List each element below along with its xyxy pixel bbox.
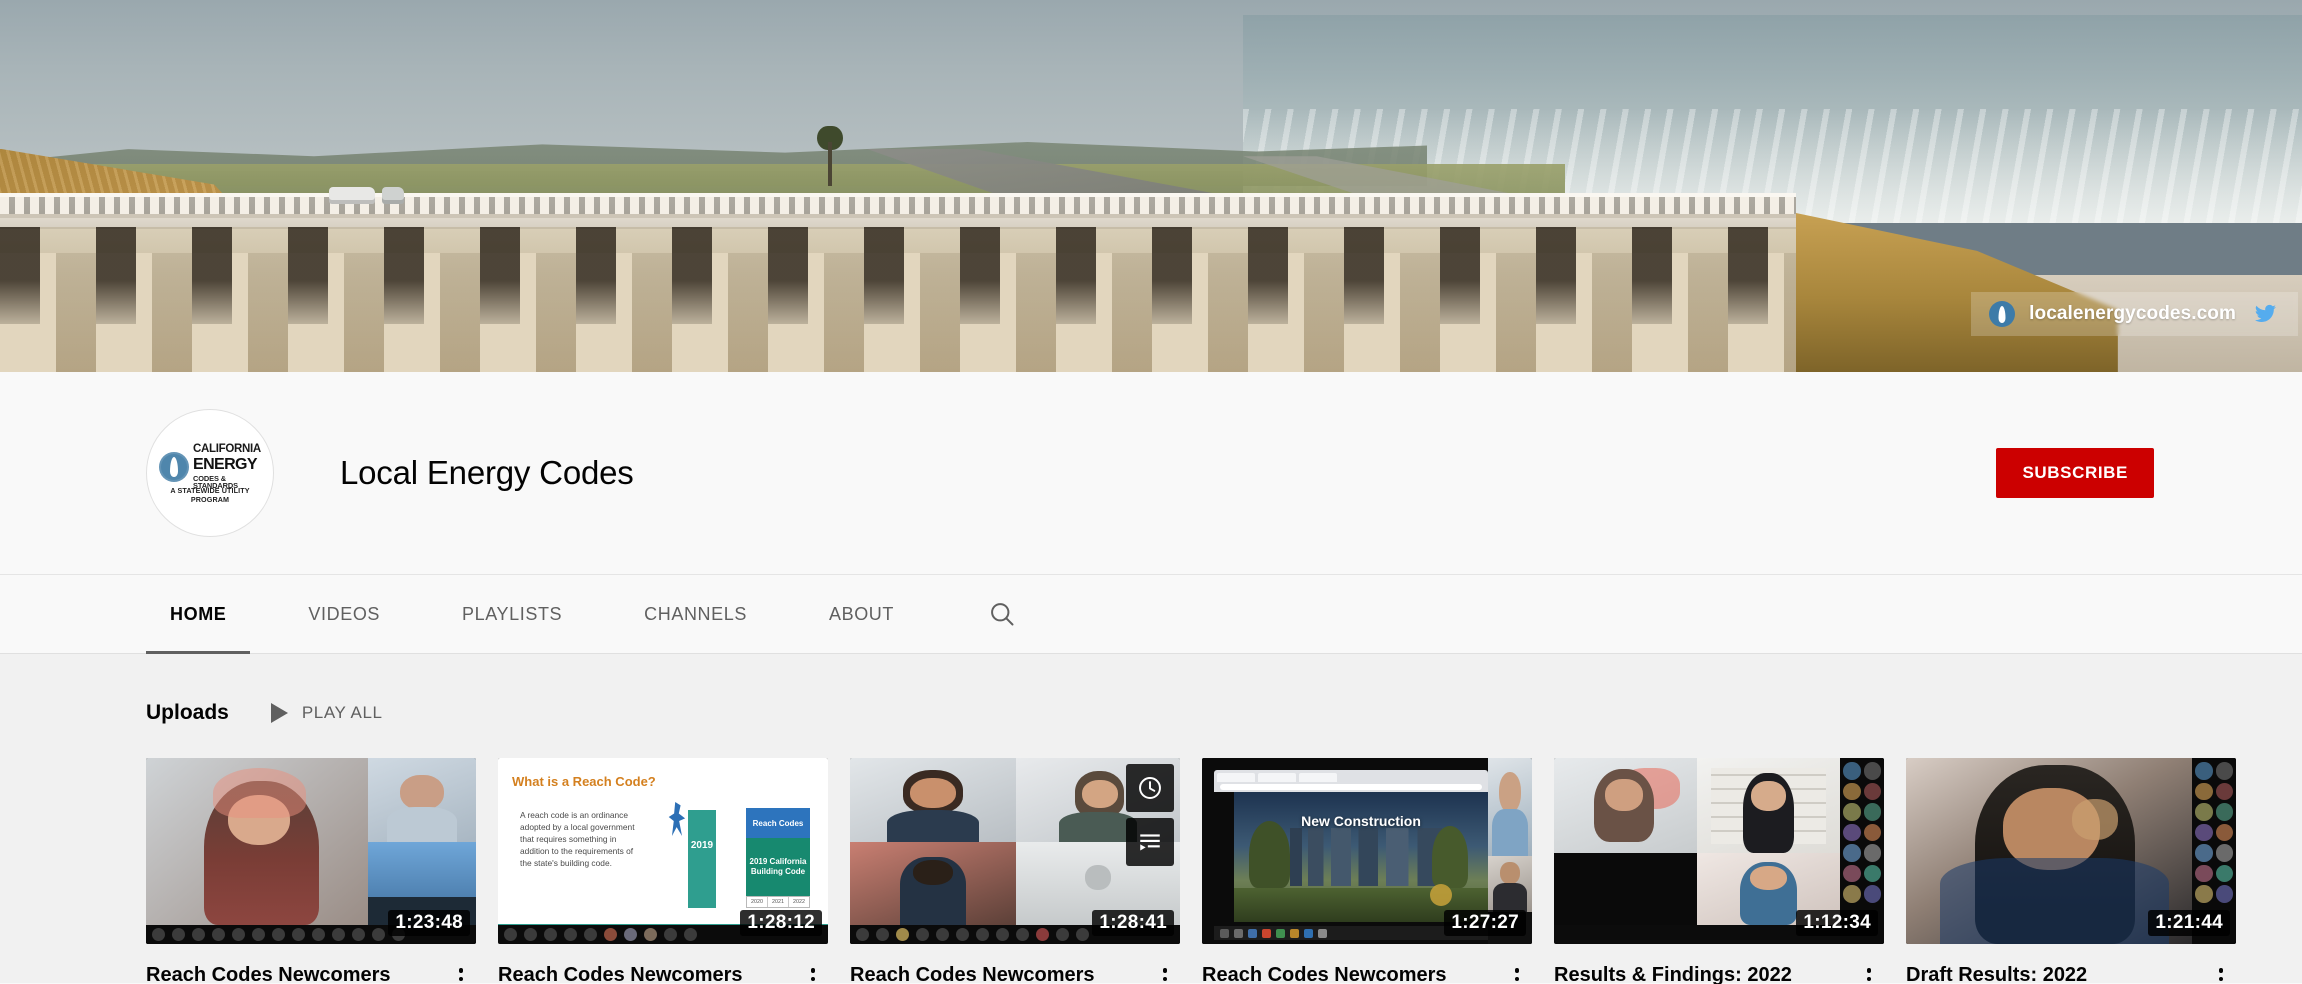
channel-banner: localenergycodes.com — [0, 0, 2302, 372]
video-card[interactable]: 1:21:44 Draft Results: 2022 Nonresidenti… — [1906, 758, 2236, 984]
video-title[interactable]: Reach Codes Newcomers Webinar Series: Se… — [146, 962, 448, 984]
video-duration: 1:23:48 — [388, 910, 470, 936]
stack-year: 2020 — [747, 897, 768, 907]
banner-bridge-arches — [0, 227, 1796, 324]
video-duration: 1:27:27 — [1444, 910, 1526, 936]
avatar-line-1: CALIFORNIA — [193, 444, 265, 456]
tab-playlists-label: PLAYLISTS — [462, 604, 562, 625]
thumb-tile-a — [1554, 758, 1697, 853]
page-title: Local Energy Codes — [340, 454, 634, 492]
avatar-line-4: A STATEWIDE UTILITY PROGRAM — [157, 486, 263, 504]
video-card[interactable]: What is a Reach Code? A reach code is an… — [498, 758, 828, 984]
browser-url-bar — [1220, 784, 1482, 790]
tab-home[interactable]: HOME — [146, 575, 250, 654]
shelf-title: Uploads — [146, 701, 229, 725]
slide-heading: What is a Reach Code? — [512, 774, 656, 789]
banner-car-secondary — [382, 187, 404, 204]
video-menu-button[interactable] — [1856, 962, 1882, 984]
channel-header: CALIFORNIA ENERGY CODES & STANDARDS A ST… — [0, 372, 2302, 575]
video-menu-button[interactable] — [1504, 962, 1530, 984]
slide-photo: New Construction — [1234, 792, 1488, 922]
tab-channels-label: CHANNELS — [644, 604, 747, 625]
browser-chrome — [1214, 770, 1488, 792]
video-title[interactable]: Draft Results: 2022 Nonresidential New… — [1906, 962, 2208, 984]
slide-bar: 2019 — [688, 810, 716, 908]
tab-about[interactable]: ABOUT — [805, 575, 918, 654]
tab-playlists[interactable]: PLAYLISTS — [438, 575, 586, 654]
stack-top-label: Reach Codes — [746, 808, 810, 838]
video-duration: 1:12:34 — [1796, 910, 1878, 936]
video-menu-button[interactable] — [448, 962, 474, 984]
stack-year: 2022 — [789, 897, 809, 907]
thumb-tile-b — [1697, 758, 1840, 853]
twitter-bird-icon[interactable] — [2250, 302, 2280, 326]
stack-year-axis: 2020 2021 2022 — [746, 896, 810, 908]
video-title[interactable]: Results & Findings: 2022 Single Family N… — [1554, 962, 1856, 984]
thumb-tile-c — [1554, 853, 1697, 925]
tab-home-label: HOME — [170, 604, 226, 625]
banner-website-label: localenergycodes.com — [2029, 303, 2236, 325]
video-thumbnail[interactable]: What is a Reach Code? A reach code is an… — [498, 758, 828, 944]
video-menu-button[interactable] — [1152, 962, 1178, 984]
energy-drop-icon — [159, 452, 189, 482]
slide-stack-chart: Reach Codes 2019 California Building Cod… — [746, 808, 810, 908]
climber-illustration — [668, 802, 686, 836]
video-card[interactable]: 1:23:48 Reach Codes Newcomers Webinar Se… — [146, 758, 476, 984]
uploads-shelf: Uploads PLAY ALL — [0, 654, 2302, 983]
banner-tree — [817, 126, 843, 186]
thumb-tile-main — [146, 758, 368, 925]
slide-bar-label: 2019 — [691, 840, 713, 851]
tab-channels[interactable]: CHANNELS — [620, 575, 771, 654]
video-duration: 1:28:41 — [1092, 910, 1174, 936]
video-thumbnail[interactable]: 1:12:34 — [1554, 758, 1884, 944]
slide-body: A reach code is an ordinance adopted by … — [520, 810, 642, 870]
tab-videos[interactable]: VIDEOS — [284, 575, 404, 654]
video-menu-button[interactable] — [2208, 962, 2234, 984]
video-grid: 1:23:48 Reach Codes Newcomers Webinar Se… — [146, 758, 2302, 984]
play-all-label: PLAY ALL — [302, 703, 383, 723]
video-thumbnail[interactable]: 1:28:41 — [850, 758, 1180, 944]
watch-later-button[interactable] — [1126, 764, 1174, 812]
avatar-logo: CALIFORNIA ENERGY CODES & STANDARDS A ST… — [155, 418, 265, 528]
browser-tabs — [1217, 773, 1337, 782]
thumb-tile-b — [368, 758, 476, 842]
slide-caption: New Construction — [1234, 813, 1488, 829]
thumb-tile-c — [850, 842, 1016, 925]
thumb-tile-a — [850, 758, 1016, 842]
video-thumbnail[interactable]: New Construction — [1202, 758, 1532, 944]
thumbnail-hover-actions — [1126, 764, 1174, 866]
play-all-button[interactable]: PLAY ALL — [271, 703, 383, 723]
banner-car — [329, 187, 375, 204]
video-title[interactable]: Reach Codes Newcomers Webinar Series: Se… — [1202, 962, 1504, 984]
play-triangle-icon — [271, 703, 288, 723]
video-thumbnail[interactable]: 1:23:48 — [146, 758, 476, 944]
tab-videos-label: VIDEOS — [308, 604, 380, 625]
banner-website-link[interactable]: localenergycodes.com — [1971, 292, 2298, 336]
video-card[interactable]: New Construction — [1202, 758, 1532, 984]
stack-year: 2021 — [768, 897, 789, 907]
subscribe-button[interactable]: SUBSCRIBE — [1996, 448, 2154, 498]
video-duration: 1:28:12 — [740, 910, 822, 936]
avatar[interactable]: CALIFORNIA ENERGY CODES & STANDARDS A ST… — [146, 409, 274, 537]
add-to-queue-button[interactable] — [1126, 818, 1174, 866]
avatar-line-2: ENERGY — [193, 457, 265, 473]
channel-tabs: HOME VIDEOS PLAYLISTS CHANNELS ABOUT — [0, 575, 2302, 654]
video-card[interactable]: 1:12:34 Results & Findings: 2022 Single … — [1554, 758, 1884, 984]
tab-about-label: ABOUT — [829, 604, 894, 625]
shelf-header: Uploads PLAY ALL — [146, 698, 2302, 728]
search-icon[interactable] — [974, 586, 1030, 642]
banner-artwork — [0, 0, 2302, 372]
city-skyline — [1290, 828, 1442, 885]
stack-bottom-label: 2019 California Building Code — [746, 838, 810, 896]
video-title[interactable]: Reach Codes Newcomers Webinar Series: Se… — [498, 962, 800, 984]
banner-bridge-railing — [0, 193, 1796, 217]
video-thumbnail[interactable]: 1:21:44 — [1906, 758, 2236, 944]
video-title[interactable]: Reach Codes Newcomers Webinar Series: Se… — [850, 962, 1152, 984]
video-menu-button[interactable] — [800, 962, 826, 984]
video-card[interactable]: 1:28:41 Reach Codes Newcomers Webinar Se… — [850, 758, 1180, 984]
video-duration: 1:21:44 — [2148, 910, 2230, 936]
energy-drop-icon — [1989, 301, 2015, 327]
